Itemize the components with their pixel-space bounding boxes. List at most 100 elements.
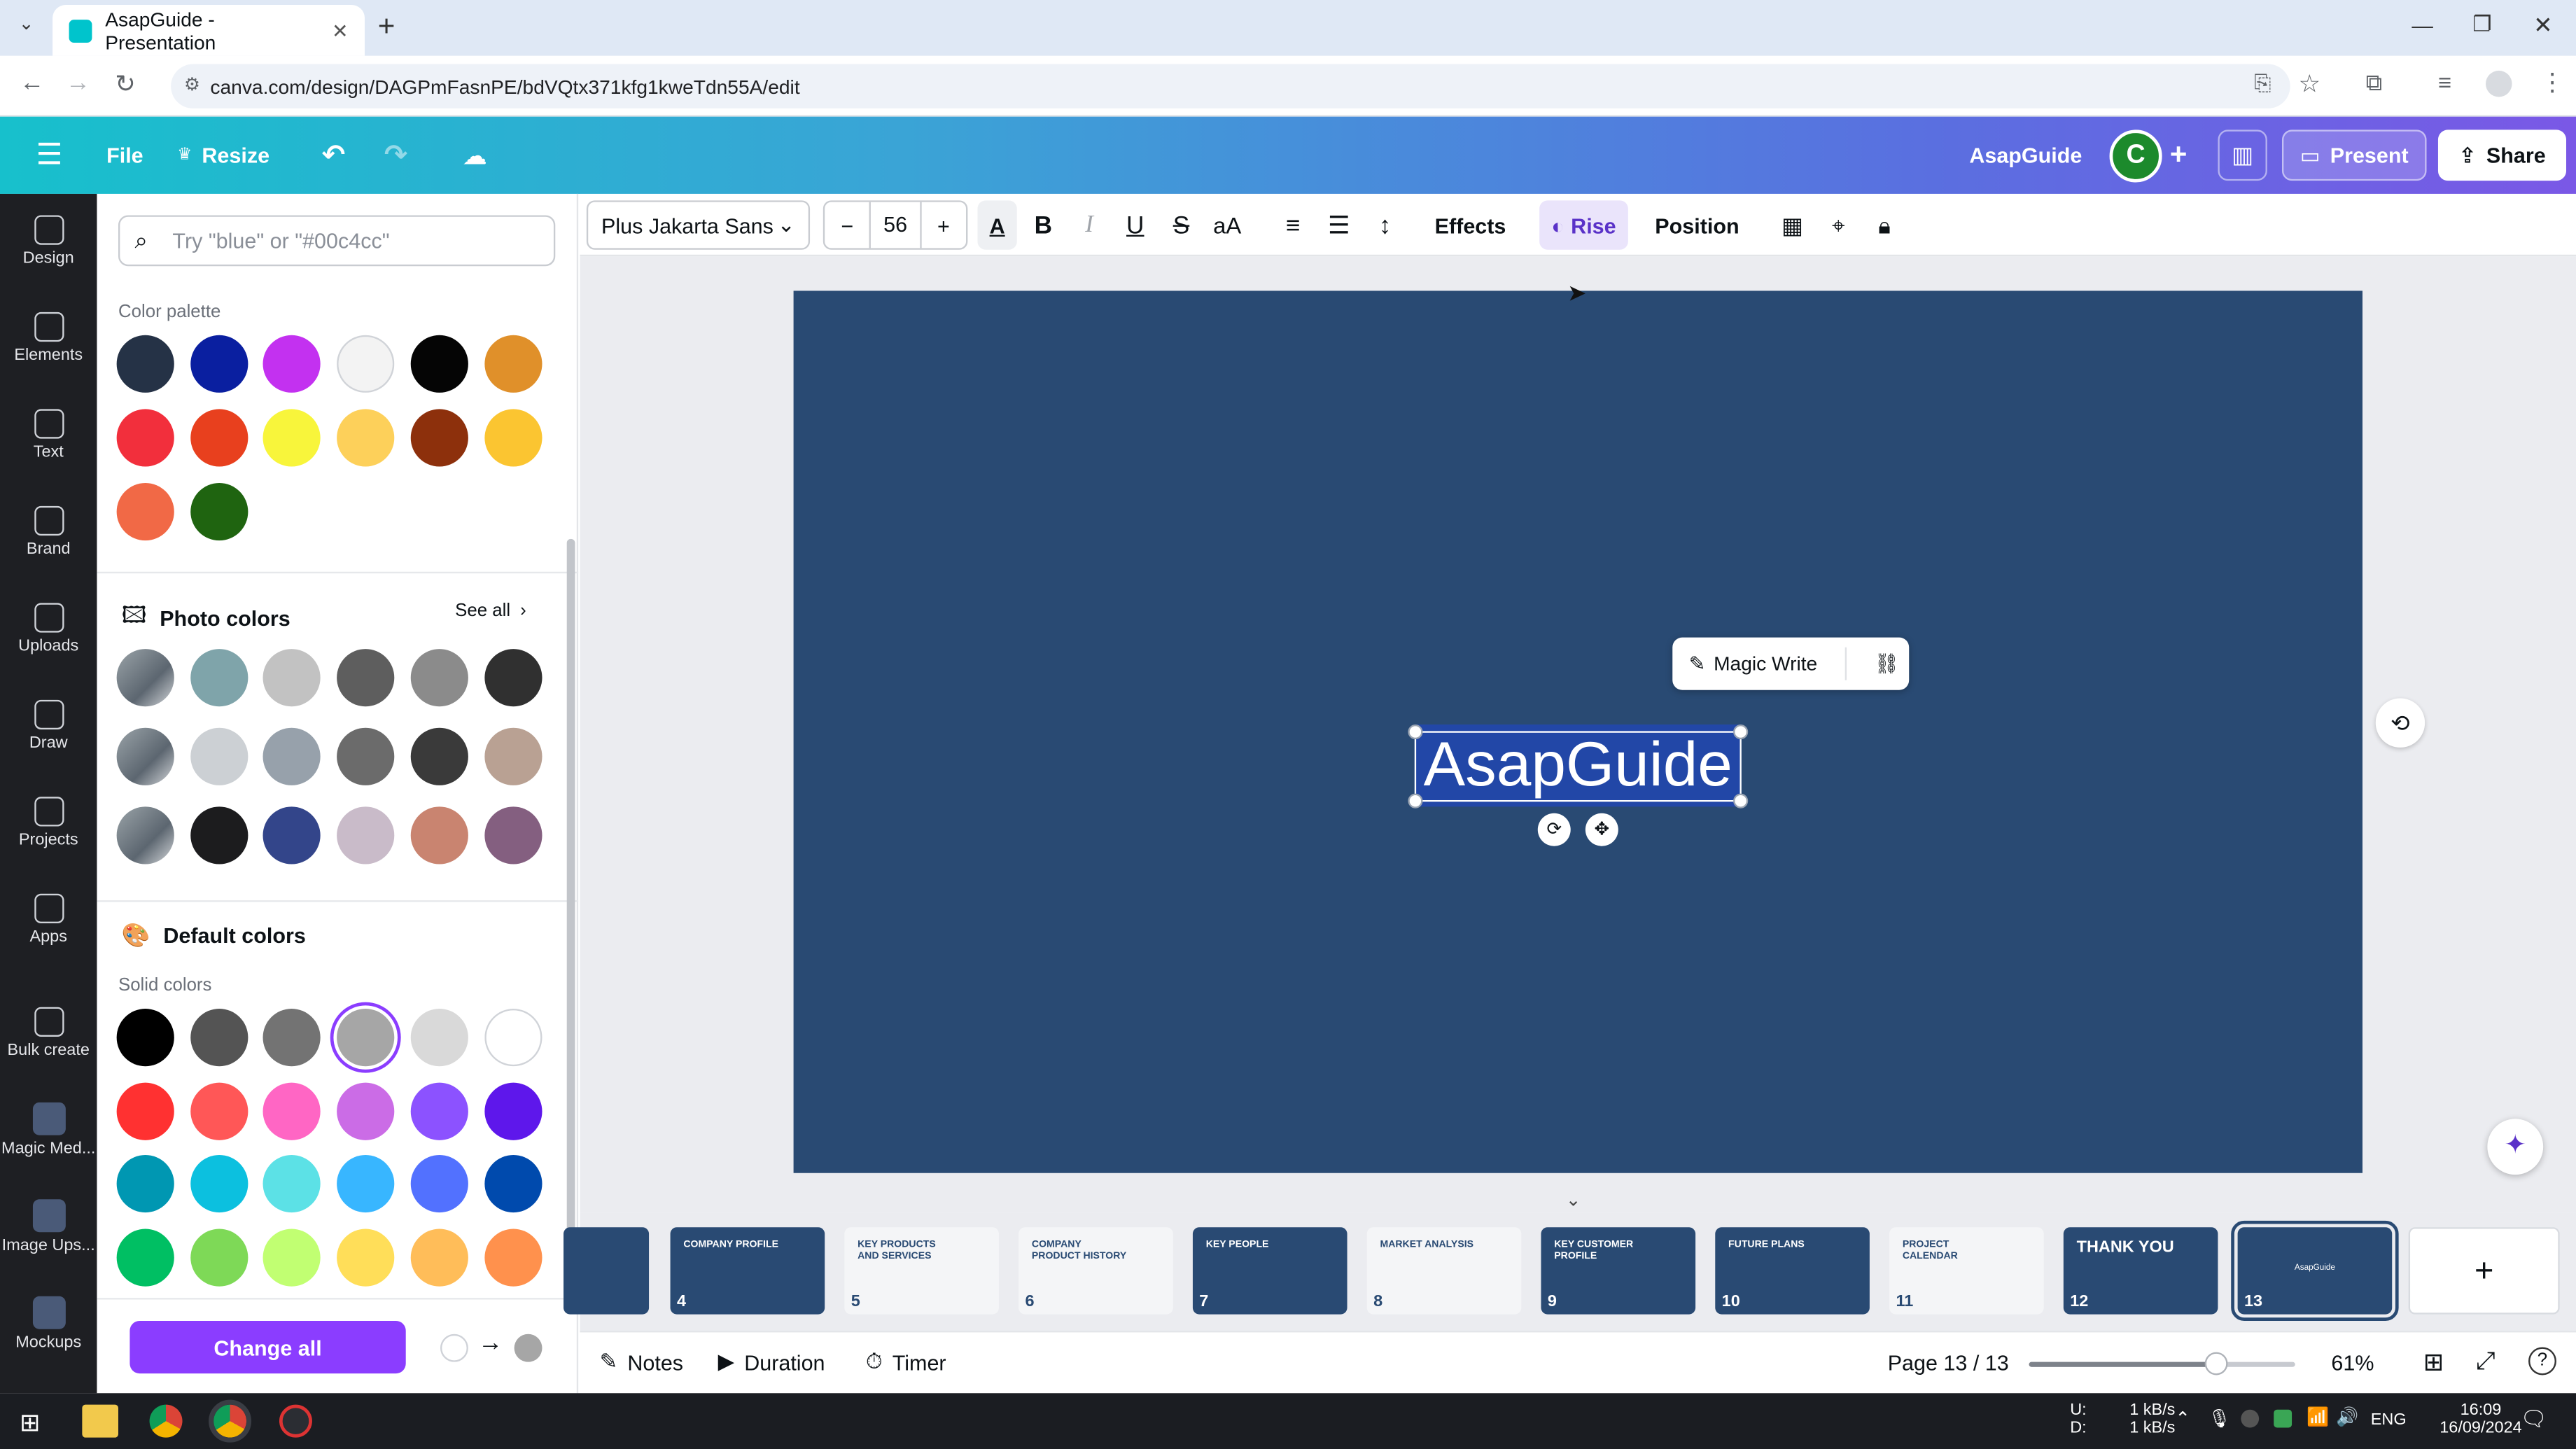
media-control-icon[interactable]: ≡ [2438, 69, 2451, 96]
slide-canvas[interactable]: ✎ Magic Write ⛓ AsapGuide ⟳ ✥ [793, 290, 2362, 1173]
redo-icon[interactable]: ↷ [374, 130, 417, 181]
rotate-icon[interactable]: ⟳ [1537, 813, 1571, 846]
resize-handle[interactable] [1408, 793, 1423, 808]
restore-icon[interactable]: ❐ [2472, 11, 2491, 38]
palette-color-swatch[interactable] [190, 335, 248, 393]
page-thumbnail[interactable]: KEY CUSTOMER PROFILE 9 [1541, 1227, 1696, 1315]
bold-icon[interactable]: B [1023, 200, 1063, 249]
page-thumbnail[interactable]: FUTURE PLANS 10 [1715, 1227, 1870, 1315]
present-button[interactable]: ▭ Present [2281, 130, 2427, 181]
microphone-icon[interactable]: 🎙 [2208, 1408, 2231, 1429]
browser-tab[interactable]: AsapGuide - Presentation ✕ [52, 5, 365, 56]
solid-color-swatch[interactable] [116, 1009, 174, 1067]
solid-color-swatch[interactable] [484, 1228, 542, 1286]
resize-handle[interactable] [1733, 724, 1749, 740]
solid-color-swatch[interactable] [337, 1154, 395, 1213]
timer-button[interactable]: ⏱ Timer [866, 1349, 946, 1376]
solid-color-swatch[interactable] [410, 1009, 468, 1067]
window-close-icon[interactable]: ✕ [2533, 11, 2553, 39]
solid-color-swatch[interactable] [190, 1082, 248, 1140]
photo-color-swatch[interactable] [484, 806, 542, 864]
photo-color-swatch[interactable] [337, 806, 395, 864]
magic-assistant-icon[interactable]: ✦ [2487, 1119, 2544, 1175]
page-indicator[interactable]: Page 13 / 13 [1888, 1350, 2009, 1375]
rail-item-image-ups[interactable]: Image Ups... [0, 1184, 97, 1270]
solid-color-swatch[interactable] [484, 1154, 542, 1213]
duration-button[interactable]: ▶ Duration [718, 1349, 825, 1376]
photo-color-swatch[interactable] [484, 649, 542, 707]
solid-color-swatch[interactable] [263, 1009, 321, 1067]
solid-color-swatch[interactable] [337, 1009, 395, 1067]
rail-item-magic-med[interactable]: Magic Med... [0, 1088, 97, 1173]
user-avatar[interactable]: C [2109, 130, 2162, 183]
palette-color-swatch[interactable] [410, 335, 468, 393]
solid-color-swatch[interactable] [263, 1228, 321, 1286]
photo-color-swatch[interactable] [263, 727, 321, 785]
rail-item-uploads[interactable]: Uploads [0, 587, 97, 672]
copy-style-icon[interactable]: ⌖ [1819, 200, 1858, 249]
undo-icon[interactable]: ↶ [312, 130, 355, 181]
insights-chart-icon[interactable]: ▥ [2218, 130, 2267, 181]
file-menu-button[interactable]: File [95, 130, 154, 181]
chrome-icon[interactable] [149, 1404, 183, 1438]
site-info-icon[interactable]: ⚙ [184, 74, 200, 95]
photo-color-swatch[interactable] [263, 806, 321, 864]
solid-color-swatch[interactable] [263, 1154, 321, 1213]
zoom-slider-track[interactable] [2029, 1362, 2295, 1367]
solid-color-swatch[interactable] [263, 1082, 321, 1140]
solid-color-swatch[interactable] [190, 1009, 248, 1067]
photo-color-swatch[interactable] [410, 649, 468, 707]
file-explorer-icon[interactable] [82, 1404, 118, 1438]
photo-color-swatch[interactable] [263, 649, 321, 707]
back-icon[interactable]: ← [20, 69, 44, 97]
resize-button[interactable]: ♛ Resize [171, 130, 276, 181]
main-menu-icon[interactable]: ☰ [27, 130, 73, 181]
url-field[interactable]: ⚙ canva.com/design/DAGPmFasnPE/bdVQtx371… [171, 64, 2290, 108]
transparency-icon[interactable]: ▦ [1772, 200, 1812, 249]
solid-color-swatch[interactable] [190, 1154, 248, 1213]
solid-color-swatch[interactable] [337, 1228, 395, 1286]
list-icon[interactable]: ☰ [1320, 200, 1359, 249]
page-thumbnail[interactable]: PROJECT CALENDAR 11 [1889, 1227, 2044, 1315]
see-all-link[interactable]: See all › [455, 601, 526, 621]
chrome-active-icon[interactable] [209, 1399, 252, 1443]
palette-color-swatch[interactable] [337, 409, 395, 467]
photo-color-swatch[interactable] [190, 649, 248, 707]
profile-avatar-icon[interactable] [2486, 70, 2512, 97]
move-icon[interactable]: ✥ [1585, 813, 1618, 846]
project-name-button[interactable]: AsapGuide [1965, 130, 2087, 181]
cloud-save-icon[interactable]: ☁ [454, 130, 496, 181]
page-thumbnail[interactable]: COMPANY PRODUCT HISTORY 6 [1018, 1227, 1173, 1315]
solid-color-swatch[interactable] [410, 1228, 468, 1286]
new-tab-icon[interactable]: + [378, 10, 396, 44]
rail-item-elements[interactable]: Elements [0, 295, 97, 381]
tray-chevron-icon[interactable]: ⌃ [2175, 1408, 2190, 1429]
position-button[interactable]: Position [1651, 200, 1743, 249]
photo-color-swatch[interactable] [484, 727, 542, 785]
underline-icon[interactable]: U [1116, 200, 1155, 249]
palette-color-swatch[interactable] [116, 335, 174, 393]
photo-color-swatch[interactable] [337, 649, 395, 707]
photo-thumbnail-swatch[interactable] [116, 806, 174, 864]
page-thumbnail[interactable]: COMPANY PROFILE 4 [670, 1227, 825, 1315]
font-family-dropdown[interactable]: Plus Jakarta Sans ⌄ [586, 200, 811, 250]
fullscreen-icon[interactable]: ⤢ [2476, 1348, 2496, 1376]
animate-button[interactable]: ◐ Rise [1539, 200, 1628, 250]
grid-view-icon[interactable]: ⊞ [2423, 1348, 2444, 1377]
reload-icon[interactable]: ↻ [115, 69, 136, 99]
browser-menu-icon[interactable]: ⋮ [2540, 67, 2564, 97]
palette-color-swatch[interactable] [337, 335, 395, 393]
extensions-icon[interactable]: ⧉ [2366, 69, 2382, 97]
photo-color-swatch[interactable] [410, 727, 468, 785]
rail-item-projects[interactable]: Projects [0, 780, 97, 866]
palette-color-swatch[interactable] [263, 409, 321, 467]
volume-icon[interactable]: 🔊 [2336, 1406, 2358, 1427]
solid-color-swatch[interactable] [337, 1082, 395, 1140]
zoom-slider-thumb[interactable] [2204, 1352, 2227, 1376]
language-indicator[interactable]: ENG [2371, 1411, 2407, 1429]
font-size-value[interactable]: 56 [869, 202, 921, 248]
rail-item-design[interactable]: Design [0, 199, 97, 284]
obs-icon[interactable] [279, 1404, 312, 1438]
palette-color-swatch[interactable] [263, 335, 321, 393]
photo-color-swatch[interactable] [410, 806, 468, 864]
